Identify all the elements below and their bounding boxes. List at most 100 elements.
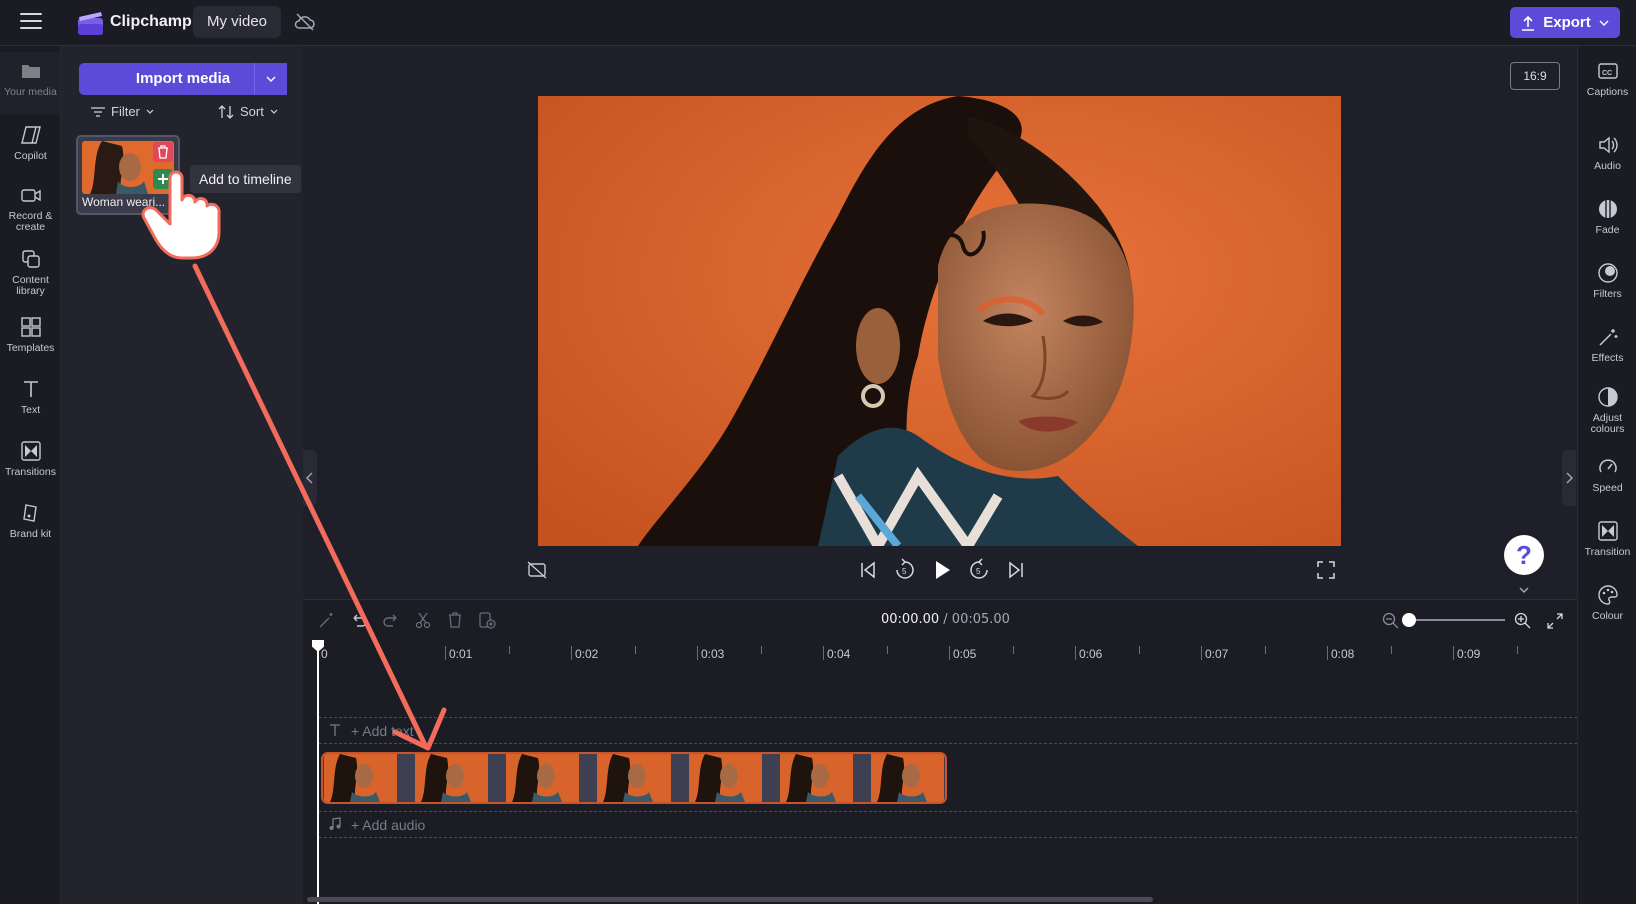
- sidebar-item-effects[interactable]: Effects: [1578, 326, 1636, 364]
- sort-button[interactable]: Sort: [218, 104, 278, 119]
- add-to-timeline-icon[interactable]: [477, 610, 497, 630]
- sidebar-item-label: Templates: [6, 342, 55, 354]
- transition-icon: [1597, 521, 1618, 541]
- app-title: Clipchamp: [110, 13, 192, 30]
- video-name-field[interactable]: My video: [193, 6, 282, 38]
- time-readout: 00:00.00 / 00:05.00: [881, 612, 1010, 627]
- zoom-slider-track[interactable]: [1407, 619, 1505, 621]
- video-clip[interactable]: [321, 752, 947, 804]
- hide-preview-icon[interactable]: [524, 557, 550, 583]
- colour-palette-icon: [1597, 585, 1618, 605]
- skip-to-start-icon[interactable]: [855, 557, 881, 583]
- adjust-colours-icon: [1597, 387, 1618, 407]
- sidebar-item-record-create[interactable]: Record & create: [0, 184, 61, 233]
- sidebar-item-transition[interactable]: Transition: [1578, 520, 1636, 558]
- sidebar-item-copilot[interactable]: Copilot: [0, 124, 61, 162]
- hamburger-menu-icon[interactable]: [20, 13, 42, 31]
- clip-frame: [779, 754, 853, 802]
- clipchamp-logo-icon: [78, 12, 103, 35]
- playhead[interactable]: [317, 644, 319, 904]
- fit-to-window-icon[interactable]: [1545, 611, 1565, 631]
- split-icon[interactable]: [413, 610, 433, 630]
- rewind-5s-icon[interactable]: 5: [892, 557, 918, 583]
- ruler-label: 0:01: [449, 647, 473, 661]
- chevron-down-icon[interactable]: [1518, 586, 1530, 594]
- audio-track[interactable]: + Add audio: [319, 811, 1577, 838]
- play-icon[interactable]: [929, 557, 955, 583]
- sidebar-item-text[interactable]: Text: [0, 378, 61, 416]
- plus-icon: [158, 174, 168, 184]
- speed-icon: [1598, 459, 1617, 473]
- help-button[interactable]: ?: [1504, 535, 1544, 575]
- text-track[interactable]: + Add text: [319, 717, 1577, 744]
- sidebar-item-label: Effects: [1591, 352, 1624, 364]
- sidebar-item-label: Audio: [1594, 160, 1621, 172]
- left-sidebar: Your media Copilot Record & create Conte…: [0, 46, 61, 904]
- filters-icon: [1597, 263, 1618, 283]
- export-label: Export: [1543, 14, 1591, 31]
- collapse-right-panel-button[interactable]: [1562, 450, 1576, 506]
- sidebar-item-transitions[interactable]: Transitions: [0, 440, 61, 478]
- add-text-button[interactable]: + Add text: [351, 723, 414, 739]
- redo-icon[interactable]: [381, 610, 401, 630]
- upload-icon: [1522, 15, 1535, 31]
- chevron-down-icon: [270, 109, 278, 114]
- undo-icon[interactable]: [349, 610, 369, 630]
- sidebar-item-label: Transitions: [5, 466, 56, 478]
- right-sidebar: CC Captions Audio Fade Filters Effects A…: [1577, 46, 1636, 904]
- ruler-tick: [1453, 646, 1454, 660]
- sidebar-item-fade[interactable]: Fade: [1578, 198, 1636, 236]
- time-separator: /: [939, 612, 952, 627]
- sidebar-item-content-library[interactable]: Content library: [0, 248, 61, 297]
- sidebar-item-templates[interactable]: Templates: [0, 316, 61, 354]
- add-audio-button[interactable]: + Add audio: [351, 817, 425, 833]
- ruler-tick: [1265, 646, 1266, 654]
- export-button[interactable]: Export: [1510, 7, 1620, 38]
- collapse-left-panel-button[interactable]: [303, 450, 317, 506]
- sidebar-item-label: Filters: [1593, 288, 1622, 300]
- timeline-scrollbar[interactable]: [307, 897, 1153, 902]
- delete-icon[interactable]: [445, 610, 465, 630]
- magic-wand-icon[interactable]: [317, 610, 337, 630]
- sidebar-item-brand-kit[interactable]: Brand kit: [0, 502, 61, 540]
- ruler-tick: [1139, 646, 1140, 654]
- sidebar-item-filters[interactable]: Filters: [1578, 262, 1636, 300]
- text-icon: [330, 724, 340, 736]
- sidebar-item-adjust-colours[interactable]: Adjust colours: [1578, 386, 1636, 435]
- sidebar-item-label: Your media: [4, 86, 57, 98]
- ruler-tick: [1327, 646, 1328, 660]
- ruler-tick: [1201, 646, 1202, 660]
- sidebar-item-colour[interactable]: Colour: [1578, 584, 1636, 622]
- music-note-icon: [329, 817, 341, 830]
- sidebar-item-your-media[interactable]: Your media: [0, 52, 61, 114]
- media-item-card[interactable]: Woman weari...: [76, 135, 180, 215]
- cloud-off-icon[interactable]: [294, 12, 316, 32]
- clip-frame: [597, 754, 671, 802]
- filter-button[interactable]: Filter: [91, 104, 154, 119]
- ruler-tick: [571, 646, 572, 660]
- timeline-panel: 00:00.00 / 00:05.00 0 0:01 0:02 0:03 0:0…: [303, 599, 1577, 904]
- fullscreen-icon[interactable]: [1313, 557, 1339, 583]
- ruler-label: 0:02: [575, 647, 599, 661]
- clip-frame: [324, 754, 398, 802]
- sidebar-item-label: Colour: [1592, 610, 1623, 622]
- effects-icon: [1598, 329, 1617, 346]
- timeline-ruler[interactable]: 0 0:01 0:02 0:03 0:04 0:05 0:06 0:07 0:0…: [303, 640, 1577, 668]
- sidebar-item-label: Copilot: [14, 150, 47, 162]
- sidebar-item-label: Brand kit: [9, 528, 52, 540]
- add-to-timeline-button[interactable]: [153, 169, 173, 189]
- delete-media-button[interactable]: [153, 142, 173, 162]
- ruler-tick: [761, 646, 762, 654]
- video-preview: [538, 96, 1341, 546]
- sidebar-item-label: Fade: [1595, 224, 1620, 236]
- zoom-in-icon[interactable]: [1513, 611, 1533, 631]
- sidebar-item-captions[interactable]: CC Captions: [1578, 60, 1636, 98]
- skip-to-end-icon[interactable]: [1003, 557, 1029, 583]
- sidebar-item-speed[interactable]: Speed: [1578, 456, 1636, 494]
- forward-5s-icon[interactable]: 5: [966, 557, 992, 583]
- aspect-ratio-button[interactable]: 16:9: [1510, 62, 1560, 90]
- import-dropdown-button[interactable]: [254, 63, 287, 95]
- zoom-out-icon[interactable]: [1381, 611, 1401, 631]
- zoom-slider-handle[interactable]: [1402, 613, 1416, 627]
- sidebar-item-audio[interactable]: Audio: [1578, 134, 1636, 172]
